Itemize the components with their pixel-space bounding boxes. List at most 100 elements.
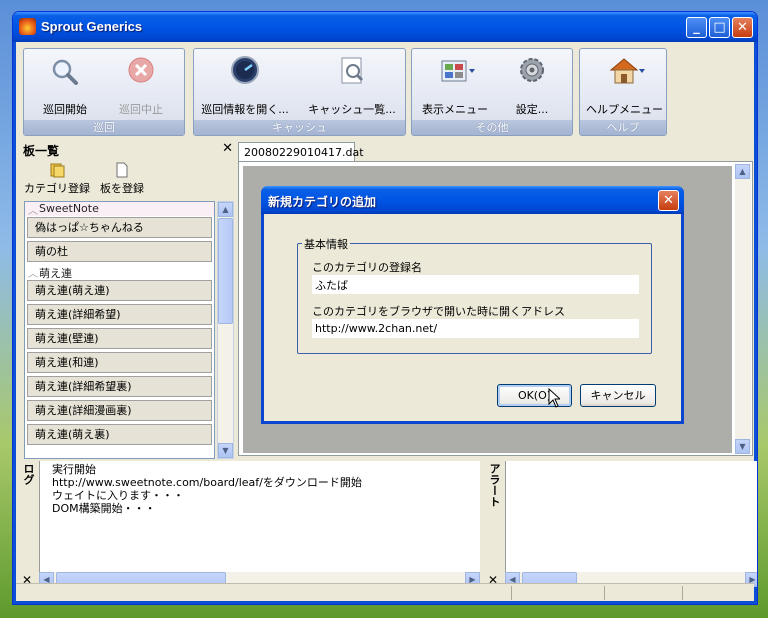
dialog-title: 新規カテゴリの追加 xyxy=(268,195,377,209)
alert-body xyxy=(505,461,757,572)
alert-pane-title: アラート xyxy=(486,459,502,589)
board-item[interactable]: 萌の杜 xyxy=(27,241,212,262)
category-address-label: このカテゴリをブラウザで開いた時に開くアドレス xyxy=(312,305,565,318)
clock-icon xyxy=(228,55,262,89)
scroll-up-icon[interactable]: ▲ xyxy=(735,164,750,179)
app-title: Sprout Generics xyxy=(41,19,143,34)
dialog-close-button[interactable]: ✕ xyxy=(658,190,679,211)
ribbon-group-label: その他 xyxy=(412,120,572,135)
board-item[interactable]: 萌え連(壁連) xyxy=(27,328,212,349)
house-icon xyxy=(607,55,645,89)
ribbon-group-help: ヘルプメニュー ヘルプ xyxy=(579,48,667,136)
ribbon-group-label: キャッシュ xyxy=(194,120,405,135)
log-line: DOM構築開始・・・ xyxy=(52,502,156,515)
maximize-button[interactable]: □ xyxy=(709,17,730,38)
cache-list-label: キャッシュ一覧... xyxy=(308,103,396,116)
category-address-input[interactable] xyxy=(312,319,639,338)
log-pane-title: ログ xyxy=(20,459,36,589)
log-lines: 実行開始 http://www.sweetnote.com/board/leaf… xyxy=(52,463,362,515)
ribbon-group-patrol: 巡回開始 巡回中止 巡回 xyxy=(23,48,185,136)
board-list-panel: 板一覧 ✕ カテゴリ登録 板を登録 ︿ SweetNote 偽はっぱ☆ちゃんねる… xyxy=(20,139,235,459)
scroll-thumb[interactable] xyxy=(218,218,233,324)
maximize-icon: □ xyxy=(713,20,726,35)
board-list: ︿ SweetNote 偽はっぱ☆ちゃんねる 萌の杜 ︿ 萌え連 萌え連(萌え連… xyxy=(24,201,215,459)
close-icon: ✕ xyxy=(737,20,748,35)
board-item[interactable]: 偽はっぱ☆ちゃんねる xyxy=(27,217,212,238)
board-item[interactable]: 萌え連(詳細希望) xyxy=(27,304,212,325)
dialog-title-bar[interactable]: 新規カテゴリの追加 ✕ xyxy=(261,186,684,214)
board-toolbar: カテゴリ登録 板を登録 xyxy=(20,160,235,198)
document-scrollbar[interactable]: ▲ ▼ xyxy=(735,164,751,454)
close-button[interactable]: ✕ xyxy=(732,17,753,38)
scroll-down-icon[interactable]: ▼ xyxy=(735,439,750,454)
add-board-button[interactable]: 板を登録 xyxy=(100,162,144,196)
window-frame xyxy=(13,42,16,604)
basic-info-group: 基本情報 このカテゴリの登録名 このカテゴリをブラウザで開いた時に開くアドレス xyxy=(297,236,652,354)
help-menu-button[interactable]: ヘルプメニュー xyxy=(586,55,663,117)
ribbon-group-other: 表示メニュー 設定... その他 xyxy=(411,48,573,136)
board-item[interactable]: 萌え連(萌え連) xyxy=(27,280,212,301)
group-legend: 基本情報 xyxy=(302,236,350,252)
document-search-icon xyxy=(335,55,369,89)
magnifier-icon xyxy=(48,55,82,89)
patrol-stop-label: 巡回中止 xyxy=(119,103,163,116)
category-name: SweetNote xyxy=(39,202,99,215)
board-list-scrollbar[interactable]: ▲ ▼ xyxy=(217,201,234,459)
ok-button[interactable]: OK(O) xyxy=(497,384,572,407)
scroll-down-icon[interactable]: ▼ xyxy=(218,443,233,458)
grid-icon xyxy=(438,55,475,89)
open-patrol-info-button[interactable]: 巡回情報を開く... xyxy=(199,55,291,117)
collapse-icon[interactable]: ︿ xyxy=(28,202,38,217)
minimize-icon: _ xyxy=(693,20,700,35)
add-category-label: カテゴリ登録 xyxy=(24,182,90,195)
settings-button[interactable]: 設定... xyxy=(502,55,562,117)
board-panel-header: 板一覧 ✕ xyxy=(20,139,235,159)
category-name: 萌え連 xyxy=(39,267,72,280)
status-bar xyxy=(16,583,754,601)
cancel-button[interactable]: キャンセル xyxy=(580,384,656,407)
alert-pane: アラート ✕ ◀ ▶ xyxy=(486,459,757,589)
app-icon xyxy=(19,18,36,35)
category-header[interactable]: ︿ SweetNote xyxy=(25,202,214,217)
log-line: 実行開始 xyxy=(52,463,96,476)
ribbon-group-label: 巡回 xyxy=(24,120,184,135)
new-category-dialog: 新規カテゴリの追加 ✕ 基本情報 このカテゴリの登録名 このカテゴリをブラウザで… xyxy=(261,186,684,424)
category-name-input[interactable] xyxy=(312,275,639,294)
page-icon xyxy=(113,162,131,178)
log-body: 実行開始 http://www.sweetnote.com/board/leaf… xyxy=(39,461,480,572)
help-menu-label: ヘルプメニュー xyxy=(586,103,663,116)
log-pane: ログ ✕ 実行開始 http://www.sweetnote.com/board… xyxy=(20,459,482,589)
patrol-start-button[interactable]: 巡回開始 xyxy=(38,55,92,117)
close-icon: ✕ xyxy=(663,193,674,208)
minimize-button[interactable]: _ xyxy=(686,17,707,38)
add-category-button[interactable]: カテゴリ登録 xyxy=(24,162,90,196)
add-board-label: 板を登録 xyxy=(100,182,144,195)
window-frame xyxy=(13,601,757,604)
board-item[interactable]: 萌え連(詳細漫画裏) xyxy=(27,400,212,421)
document-tab[interactable]: 20080229010417.dat xyxy=(238,142,364,162)
gear-icon xyxy=(515,55,549,89)
board-item[interactable]: 萌え連(萌え裏) xyxy=(27,424,212,445)
open-patrol-info-label: 巡回情報を開く... xyxy=(201,103,289,116)
board-panel-title: 板一覧 xyxy=(23,144,60,158)
board-item[interactable]: 萌え連(詳細希望裏) xyxy=(27,376,212,397)
view-menu-button[interactable]: 表示メニュー xyxy=(420,55,490,117)
patrol-start-label: 巡回開始 xyxy=(43,103,87,116)
title-bar[interactable]: Sprout Generics _ □ ✕ xyxy=(13,12,757,42)
mouse-cursor-icon xyxy=(548,388,560,408)
log-line: http://www.sweetnote.com/board/leaf/をダウン… xyxy=(52,476,362,489)
status-divider xyxy=(682,586,683,600)
scroll-up-icon[interactable]: ▲ xyxy=(218,202,233,217)
settings-label: 設定... xyxy=(515,103,549,116)
board-item[interactable]: 萌え連(和連) xyxy=(27,352,212,373)
view-menu-label: 表示メニュー xyxy=(422,103,488,116)
category-header[interactable]: ︿ 萌え連 xyxy=(25,265,214,280)
cache-list-button[interactable]: キャッシュ一覧... xyxy=(304,55,400,117)
category-name-label: このカテゴリの登録名 xyxy=(312,261,422,274)
status-divider xyxy=(511,586,512,600)
stop-icon xyxy=(124,55,158,89)
patrol-stop-button[interactable]: 巡回中止 xyxy=(114,55,168,117)
ribbon-group-label: ヘルプ xyxy=(580,120,666,135)
board-panel-close-icon[interactable]: ✕ xyxy=(222,141,233,156)
collapse-icon[interactable]: ︿ xyxy=(28,265,38,280)
